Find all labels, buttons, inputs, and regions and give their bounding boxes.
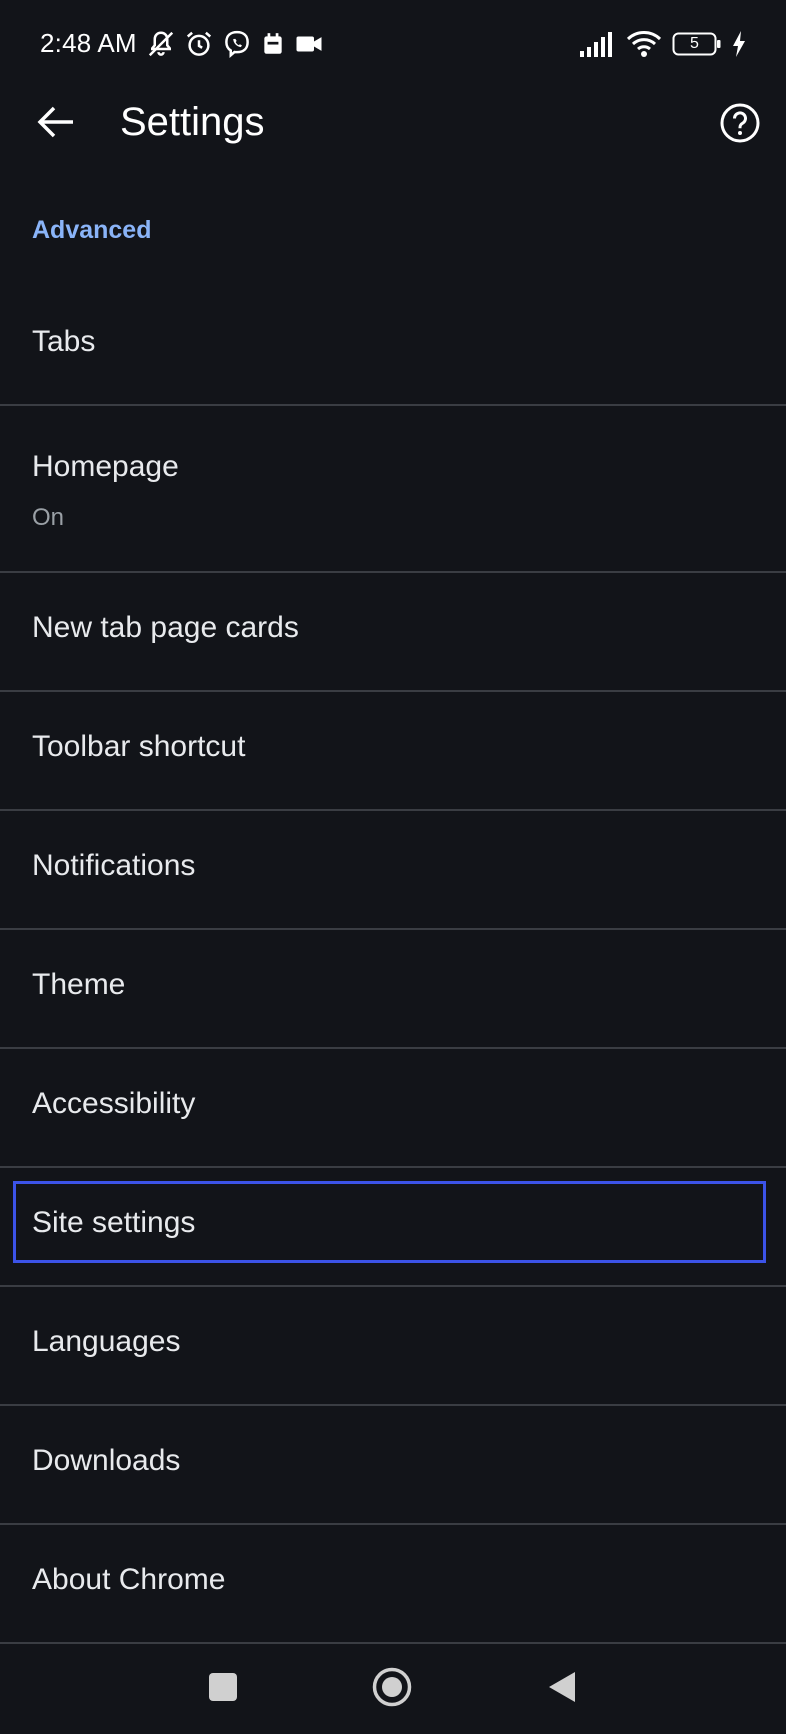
signal-icon [580, 31, 616, 57]
item-title: Downloads [32, 1444, 181, 1477]
back-button[interactable] [28, 98, 84, 150]
settings-list: Tabs Homepage On New tab page cards Tool… [0, 287, 786, 1644]
status-left-icons [146, 28, 324, 60]
calendar-icon [260, 30, 286, 58]
recents-button[interactable] [195, 1664, 251, 1714]
notifications-off-icon [146, 29, 176, 59]
settings-item-accessibility[interactable]: Accessibility [0, 1049, 786, 1168]
settings-item-notifications[interactable]: Notifications [0, 811, 786, 930]
home-button[interactable] [364, 1664, 420, 1714]
home-circle-icon [371, 1666, 413, 1713]
settings-item-homepage[interactable]: Homepage On [0, 406, 786, 573]
item-title: About Chrome [32, 1563, 226, 1596]
arrow-left-icon [37, 105, 75, 144]
battery-icon: 5 [672, 32, 722, 56]
status-time: 2:48 AM [40, 28, 137, 58]
item-title: Tabs [32, 325, 96, 358]
settings-item-languages[interactable]: Languages [0, 1287, 786, 1406]
wifi-icon [626, 30, 662, 58]
item-title: Toolbar shortcut [32, 730, 246, 763]
charging-bolt-icon [732, 31, 746, 57]
alarm-icon [184, 29, 214, 59]
section-header-advanced: Advanced [32, 216, 152, 244]
item-title: Homepage [32, 450, 179, 483]
item-title: Notifications [32, 849, 196, 882]
video-camera-icon [294, 29, 324, 59]
settings-item-downloads[interactable]: Downloads [0, 1406, 786, 1525]
page-title: Settings [120, 100, 265, 144]
status-right-icons: 5 [580, 28, 746, 60]
item-title: Theme [32, 968, 126, 1001]
recents-square-icon [208, 1672, 238, 1707]
item-title: New tab page cards [32, 611, 299, 644]
settings-item-new-tab-page-cards[interactable]: New tab page cards [0, 573, 786, 692]
help-circle-icon [719, 102, 761, 149]
back-triangle-icon [547, 1670, 577, 1709]
navigation-bar [0, 1644, 786, 1734]
app-bar: Settings [0, 88, 786, 160]
item-title: Languages [32, 1325, 181, 1358]
settings-item-site-settings[interactable]: Site settings [0, 1168, 786, 1287]
item-subtitle: On [32, 504, 65, 531]
battery-level: 5 [690, 35, 699, 52]
settings-item-toolbar-shortcut[interactable]: Toolbar shortcut [0, 692, 786, 811]
system-back-button[interactable] [534, 1664, 590, 1714]
item-title: Site settings [32, 1206, 196, 1239]
settings-item-tabs[interactable]: Tabs [0, 287, 786, 406]
item-title: Accessibility [32, 1087, 196, 1120]
help-button[interactable] [712, 100, 768, 150]
settings-item-theme[interactable]: Theme [0, 930, 786, 1049]
status-bar: 2:48 AM 5 [0, 0, 786, 88]
viber-icon [222, 29, 252, 59]
settings-item-about-chrome[interactable]: About Chrome [0, 1525, 786, 1644]
